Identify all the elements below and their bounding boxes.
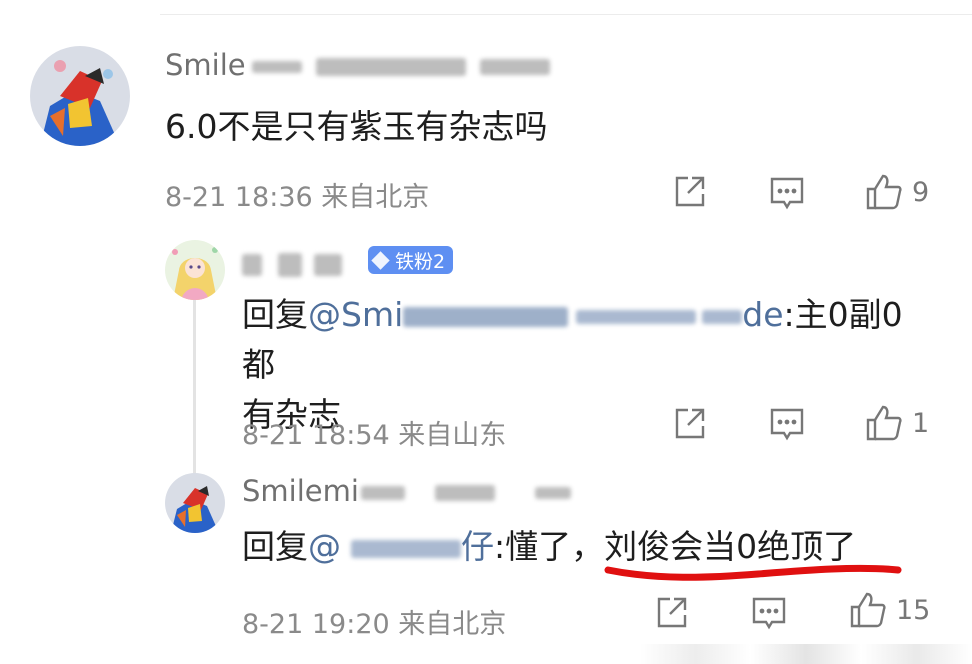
reply1-share-button[interactable] (672, 406, 708, 442)
like-button[interactable]: 9 (864, 172, 929, 212)
reply1-mention[interactable]: @Smi de (308, 295, 784, 334)
thread-line (193, 300, 196, 495)
reply2-comment-button[interactable] (750, 594, 788, 632)
reply1-like-button[interactable]: 1 (864, 403, 929, 443)
share-icon (675, 176, 705, 207)
comment-icon (770, 177, 804, 210)
reply1-comment-button[interactable] (768, 405, 806, 443)
commenter-avatar[interactable] (30, 46, 130, 146)
fan-badge-diamond-icon (371, 250, 390, 270)
reply1-avatar[interactable] (165, 240, 225, 300)
reply2-mention[interactable]: @ 仔 (308, 527, 494, 566)
comment-text: 6.0不是只有紫玉有杂志吗 (165, 107, 548, 146)
fan-badge[interactable]: 铁粉2 (368, 246, 454, 274)
redacted-mention (702, 309, 743, 324)
like-count: 9 (912, 176, 930, 208)
redacted-name-part (314, 254, 342, 276)
reply1-meta: 8-21 18:54 来自山东 (242, 420, 507, 451)
comment-icon (770, 408, 804, 441)
like-icon (866, 174, 902, 210)
comment-icon (752, 597, 786, 630)
reply1-like-count: 1 (912, 407, 930, 439)
redacted-name-part (534, 487, 571, 499)
redacted-mention (351, 539, 461, 558)
redacted-name-part (315, 58, 466, 76)
redacted-name-part (434, 485, 495, 501)
like-icon (866, 405, 902, 441)
fan-badge-label: 铁粉2 (395, 250, 446, 273)
reply2-avatar[interactable] (165, 473, 225, 533)
share-button[interactable] (672, 174, 708, 210)
reply1-author[interactable] (242, 246, 342, 280)
like-icon (850, 592, 886, 628)
reply2-share-button[interactable] (654, 595, 690, 631)
redacted-name-part (360, 486, 405, 500)
comment-meta: 8-21 18:36 来自北京 (165, 182, 430, 213)
share-icon (675, 408, 705, 439)
red-underline-annotation (604, 564, 902, 581)
top-divider (160, 14, 972, 15)
reply2-like-count: 15 (896, 594, 931, 626)
reply2-author[interactable]: Smilemi (242, 474, 571, 508)
reply2-like-button[interactable]: 15 (848, 590, 930, 630)
redacted-name-part (278, 253, 302, 277)
watermark-strip (640, 644, 972, 664)
redacted-name-part (479, 59, 550, 75)
redacted-name-part (251, 61, 302, 73)
commenter-name[interactable]: Smile (165, 48, 550, 82)
share-icon (657, 597, 687, 628)
redacted-name-part (242, 254, 262, 276)
redacted-mention (403, 306, 569, 327)
comment-button[interactable] (768, 174, 806, 212)
reply2-meta: 8-21 19:20 来自北京 (242, 609, 507, 640)
redacted-mention (576, 309, 697, 324)
